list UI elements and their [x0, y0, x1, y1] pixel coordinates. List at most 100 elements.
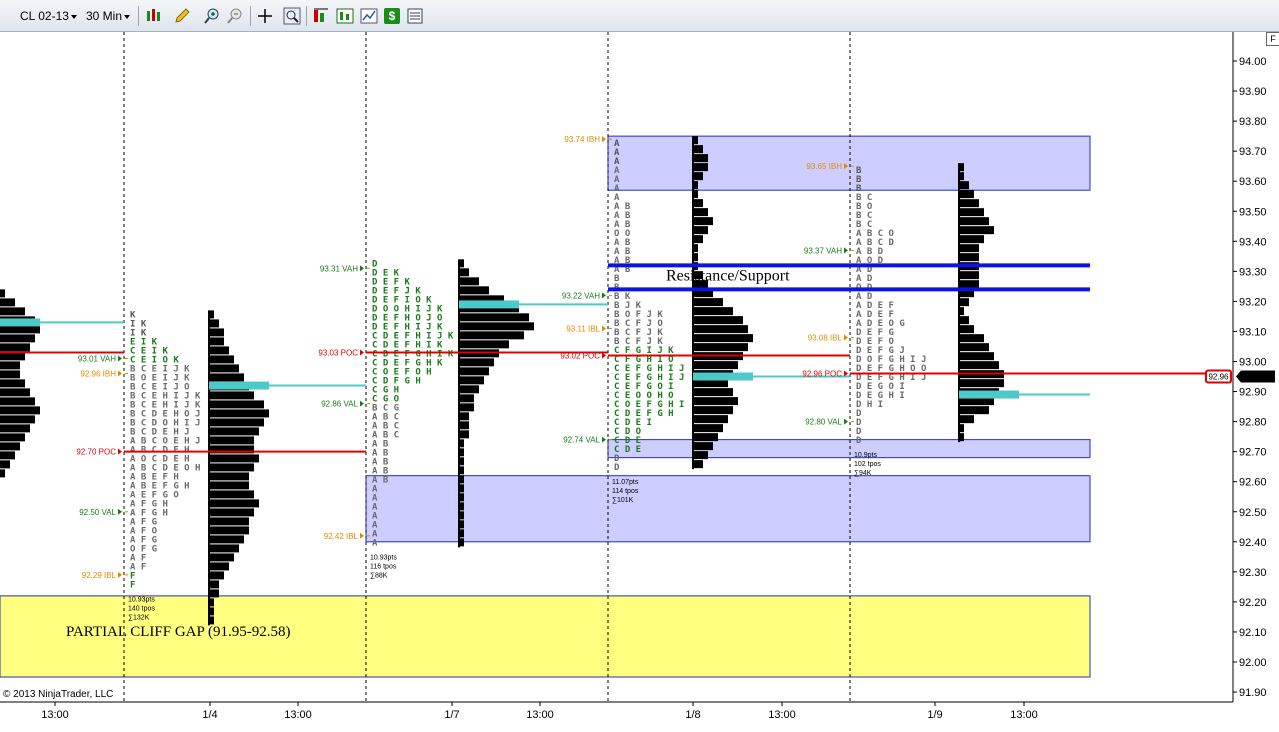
x-tick-label: 13:00: [41, 709, 69, 721]
level-label: 92.96 POC: [802, 370, 842, 379]
properties-icon[interactable]: [406, 7, 424, 25]
profile-bar: [959, 343, 989, 352]
gap-label: PARTIAL CLIFF GAP (91.95-92.58): [66, 624, 291, 640]
y-tick-label: 93.80: [1239, 116, 1267, 128]
current-price-label: 92.95: [1243, 372, 1271, 384]
value-area-bar: [0, 318, 40, 327]
pencil-icon[interactable]: [173, 7, 191, 25]
indicators-icon[interactable]: [312, 7, 330, 25]
magnifier-icon[interactable]: [283, 7, 301, 25]
profile-bar: [959, 208, 984, 217]
profile-bar: [459, 385, 479, 394]
profile-bar: [459, 412, 469, 421]
level-label: 92.74 VAL: [563, 436, 600, 445]
x-tick-label: 13:00: [1010, 709, 1038, 721]
profile-bar: [0, 460, 10, 469]
tpo-row: F: [130, 580, 135, 590]
profile-bar: [209, 418, 264, 427]
toolbar-separator: [138, 6, 139, 26]
crosshair-icon[interactable]: [256, 7, 274, 25]
profile-bar: [209, 337, 224, 346]
profile-bar: [693, 154, 708, 163]
profile-bar: [693, 235, 703, 244]
profile-bar: [209, 472, 249, 481]
y-tick-label: 93.60: [1239, 176, 1267, 188]
profile-bar: [959, 334, 984, 343]
profile-bar: [693, 415, 728, 424]
profile-bar: [693, 298, 723, 307]
profile-bar: [959, 415, 974, 424]
profile-bar: [0, 307, 25, 316]
chart-style-icon[interactable]: [360, 7, 378, 25]
y-tick-label: 93.90: [1239, 86, 1267, 98]
interval-selector[interactable]: 30 Min: [86, 6, 131, 26]
x-tick-label: 13:00: [526, 709, 554, 721]
profile-bar: [959, 253, 979, 262]
profile-bar: [693, 217, 713, 226]
profile-bar: [209, 463, 254, 472]
profile-bar: [959, 226, 994, 235]
bar-type-icon[interactable]: [145, 7, 163, 25]
profile-bar: [0, 424, 30, 433]
session-stat: ∑132K: [128, 614, 150, 621]
profile-bar: [693, 406, 733, 415]
y-tick-label: 93.30: [1239, 266, 1267, 278]
profile-bar: [0, 433, 25, 442]
toolbar-separator: [250, 6, 251, 26]
level-label: 93.37 VAH: [804, 246, 842, 255]
profile-bar: [209, 589, 219, 598]
level-label: 93.65 IBH: [806, 162, 842, 171]
chart-area[interactable]: KI KI KE I KC E I KC E I O KB C E I J KB…: [0, 32, 1279, 732]
profile-bar: [209, 328, 224, 337]
profile-bar: [693, 163, 708, 172]
profile-bar: [693, 424, 723, 433]
profile-bar: [459, 331, 524, 340]
zoom-out-icon[interactable]: [226, 7, 244, 25]
instrument-selector[interactable]: CL 02-13: [20, 6, 77, 26]
session-stat: 10.93pts: [128, 596, 155, 603]
profile-bar: [959, 325, 974, 334]
dollar-icon[interactable]: $: [383, 7, 401, 25]
time-axis: 13:00 1/4 13:00 1/7 13:00 1/8 13:00 1/9 13:00: [41, 702, 1038, 721]
profile-bar: [459, 277, 479, 286]
y-tick-label: 92.90: [1239, 387, 1267, 399]
profile-bar: [459, 340, 509, 349]
profile-bar: [459, 430, 469, 439]
profile-bar: [693, 361, 738, 370]
level-label: 93.02 POC: [560, 351, 600, 360]
level-label: 93.31 VAH: [320, 264, 358, 273]
y-tick-label: 93.70: [1239, 146, 1267, 158]
profile-bar: [459, 322, 534, 331]
poc-price-tag-label: 92.96: [1208, 373, 1229, 382]
profile-bar: [0, 469, 5, 478]
level-label: 93.01 VAH: [78, 354, 116, 363]
profile-bar: [693, 172, 703, 181]
highlight-zone: [365, 475, 1091, 543]
level-label: 92.80 VAL: [805, 418, 842, 427]
profile-bar: [209, 346, 229, 355]
session-stat: 10.9pts: [854, 452, 877, 459]
profile-bar: [459, 394, 474, 403]
profile-bar: [459, 358, 494, 367]
level-label: 93.03 POC: [318, 348, 358, 357]
session-stat: ∑88K: [370, 572, 388, 579]
profile-bar: [0, 370, 20, 379]
profile-bar: [209, 499, 259, 508]
profile-bar: [693, 226, 708, 235]
level-label: 92.42 IBL: [324, 532, 359, 541]
profile-bar: [0, 442, 20, 451]
profile-bar: [959, 361, 999, 370]
strategy-icon[interactable]: [336, 7, 354, 25]
level-label: 93.08 IBL: [808, 333, 843, 342]
zoom-in-icon[interactable]: [203, 7, 221, 25]
profile-bar: [959, 235, 984, 244]
tpo-row: D: [614, 463, 620, 473]
profile-bar: [209, 355, 234, 364]
profile-bar: [959, 406, 989, 415]
y-tick-label: 91.90: [1239, 687, 1267, 699]
profile-bar: [209, 427, 259, 436]
profile-bar: [959, 199, 979, 208]
session-stat: 11.07pts: [612, 479, 639, 486]
session-stat: ∑101K: [612, 497, 634, 504]
f-button[interactable]: F: [1266, 32, 1279, 46]
